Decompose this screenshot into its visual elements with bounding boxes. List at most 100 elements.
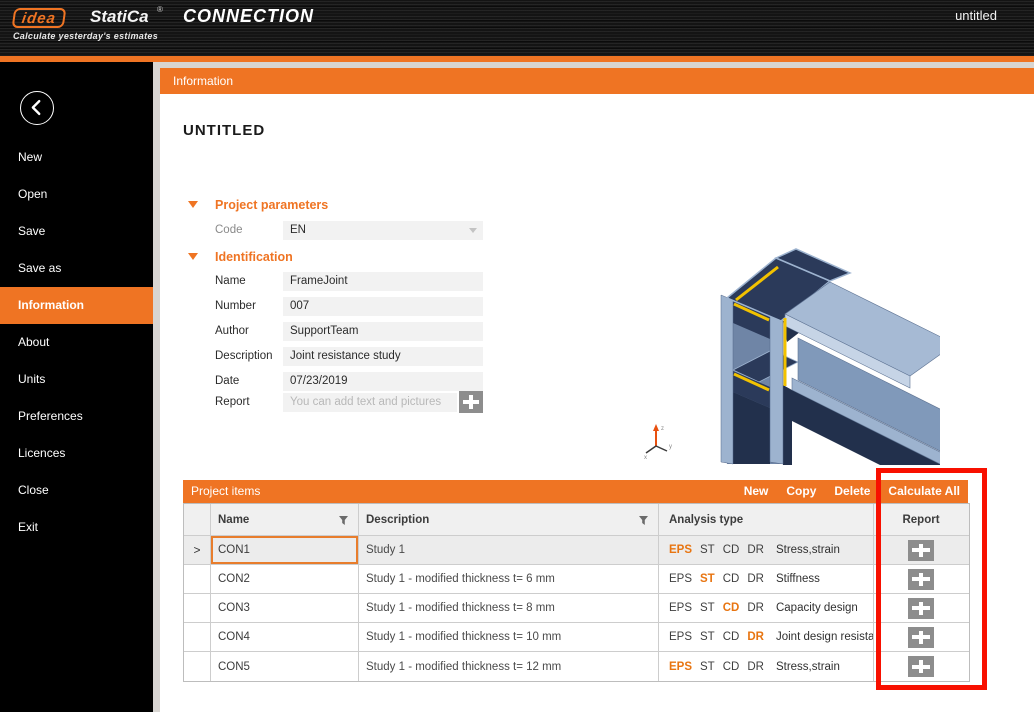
project-items-bar: Project items New Copy Delete Calculate All	[183, 480, 968, 503]
model-3d-viewport[interactable]: z y x	[620, 240, 940, 465]
project-items-title: Project items	[191, 480, 260, 503]
project-items-table: Name Description Analysis type	[183, 503, 970, 682]
steel-joint-3d-model: z y x	[620, 240, 940, 465]
product-name: CONNECTION	[183, 6, 314, 27]
tab-information[interactable]: Information	[160, 68, 1034, 94]
table-row[interactable]: CON2 Study 1 - modified thickness t= 6 m…	[184, 565, 969, 594]
name-header-cell: Name	[211, 504, 359, 535]
code-select[interactable]: EN	[283, 221, 483, 240]
analysis-code-dr: DR	[747, 661, 764, 673]
analysis-code-eps: EPS	[669, 602, 692, 614]
report-header-cell: Report	[874, 504, 968, 535]
new-button[interactable]: New	[744, 480, 769, 503]
plus-icon	[459, 391, 483, 413]
document-title: untitled	[955, 8, 997, 23]
table-body: > CON1 Study 1 EPSSTCDDRStress,strain CO…	[184, 536, 969, 681]
plus-icon	[908, 627, 934, 648]
code-value: EN	[290, 224, 306, 236]
identification-field-row: Name FrameJoint	[215, 272, 645, 292]
analysis-code-st: ST	[700, 544, 715, 556]
analysis-code-dr: DR	[747, 573, 764, 585]
description-field[interactable]: Joint resistance study	[283, 347, 483, 366]
calculate-all-button[interactable]: Calculate All	[888, 480, 960, 503]
tagline: Calculate yesterday's estimates	[13, 31, 158, 41]
code-row: Code EN	[215, 221, 645, 241]
analysis-code-st: ST	[700, 573, 715, 585]
identification-field-row: Number 007	[215, 297, 645, 317]
page-title: UNTITLED	[183, 122, 265, 139]
section-title: Identification	[215, 250, 293, 264]
analysis-code-eps: EPS	[669, 661, 692, 673]
date-field[interactable]: 07/23/2019	[283, 372, 483, 391]
table-header-row: Name Description Analysis type	[184, 504, 969, 536]
code-label: Code	[215, 224, 243, 236]
collapse-triangle-icon[interactable]	[188, 253, 198, 260]
author-field[interactable]: SupportTeam	[283, 322, 483, 341]
sidebar-item-close[interactable]: Close	[0, 472, 153, 509]
copy-button[interactable]: Copy	[786, 480, 816, 503]
sidebar-item-units[interactable]: Units	[0, 361, 153, 398]
identification-field-row: Description Joint resistance study	[215, 347, 645, 367]
selector-header-cell	[184, 504, 211, 535]
sidebar-item-open[interactable]: Open	[0, 176, 153, 213]
project-items-actions: New Copy Delete Calculate All	[744, 480, 960, 503]
sidebar-gutter	[153, 62, 160, 712]
analysis-code-st: ST	[700, 661, 715, 673]
registered-mark: ®	[157, 5, 163, 14]
identification-field-row: Date 07/23/2019	[215, 372, 645, 392]
chevron-right-icon: >	[193, 543, 200, 557]
report-add-button[interactable]	[908, 656, 934, 677]
report-add-button[interactable]	[908, 627, 934, 648]
analysis-code-cd: CD	[723, 573, 740, 585]
plus-icon	[908, 540, 934, 561]
report-add-button[interactable]	[908, 569, 934, 590]
sidebar-item-licences[interactable]: Licences	[0, 435, 153, 472]
report-add-button[interactable]	[908, 598, 934, 619]
table-row[interactable]: CON5 Study 1 - modified thickness t= 12 …	[184, 652, 969, 681]
analysis-code-dr: DR	[747, 602, 764, 614]
report-input[interactable]: You can add text and pictures	[283, 393, 457, 412]
analysis-code-dr: DR	[747, 544, 764, 556]
sidebar-item-save-as[interactable]: Save as	[0, 250, 153, 287]
svg-text:y: y	[669, 444, 672, 450]
sidebar-item-information[interactable]: Information	[0, 287, 153, 324]
tab-label: Information	[173, 74, 233, 88]
plus-icon	[908, 569, 934, 590]
table-row[interactable]: > CON1 Study 1 EPSSTCDDRStress,strain	[184, 536, 969, 565]
analysis-code-dr: DR	[747, 631, 764, 643]
content-area: Information UNTITLED Project parameters …	[160, 62, 1034, 712]
analysis-code-eps: EPS	[669, 631, 692, 643]
number-field[interactable]: 007	[283, 297, 483, 316]
report-placeholder: You can add text and pictures	[290, 396, 441, 408]
section-title: Project parameters	[215, 198, 328, 212]
chevron-down-icon	[469, 228, 477, 233]
analysis-code-cd: CD	[723, 602, 740, 614]
sidebar-item-about[interactable]: About	[0, 324, 153, 361]
information-panel: UNTITLED Project parameters Code EN Iden…	[160, 94, 1034, 712]
table-row[interactable]: CON3 Study 1 - modified thickness t= 8 m…	[184, 594, 969, 623]
report-add-button[interactable]	[908, 540, 934, 561]
app-header: idea StatiCa ® CONNECTION Calculate yest…	[0, 0, 1034, 56]
identification-field-row: Author SupportTeam	[215, 322, 645, 342]
add-report-button[interactable]	[459, 391, 483, 413]
analysis-type-header-cell: Analysis type	[659, 504, 874, 535]
funnel-icon[interactable]	[638, 515, 649, 526]
table-row[interactable]: CON4 Study 1 - modified thickness t= 10 …	[184, 623, 969, 652]
sidebar-item-new[interactable]: New	[0, 139, 153, 176]
analysis-code-cd: CD	[723, 661, 740, 673]
report-row: Report You can add text and pictures	[215, 393, 645, 413]
svg-text:x: x	[644, 455, 647, 461]
sidebar-item-exit[interactable]: Exit	[0, 509, 153, 546]
delete-button[interactable]: Delete	[834, 480, 870, 503]
plus-icon	[908, 598, 934, 619]
funnel-icon[interactable]	[338, 515, 349, 526]
sidebar-item-preferences[interactable]: Preferences	[0, 398, 153, 435]
sidebar-item-save[interactable]: Save	[0, 213, 153, 250]
name-field[interactable]: FrameJoint	[283, 272, 483, 291]
analysis-code-cd: CD	[723, 544, 740, 556]
collapse-triangle-icon[interactable]	[188, 201, 198, 208]
analysis-code-st: ST	[700, 631, 715, 643]
statica-logo-text: StatiCa	[90, 7, 149, 27]
sidebar: NewOpenSaveSave asInformationAboutUnitsP…	[0, 62, 153, 712]
idea-logo: idea	[12, 8, 67, 28]
